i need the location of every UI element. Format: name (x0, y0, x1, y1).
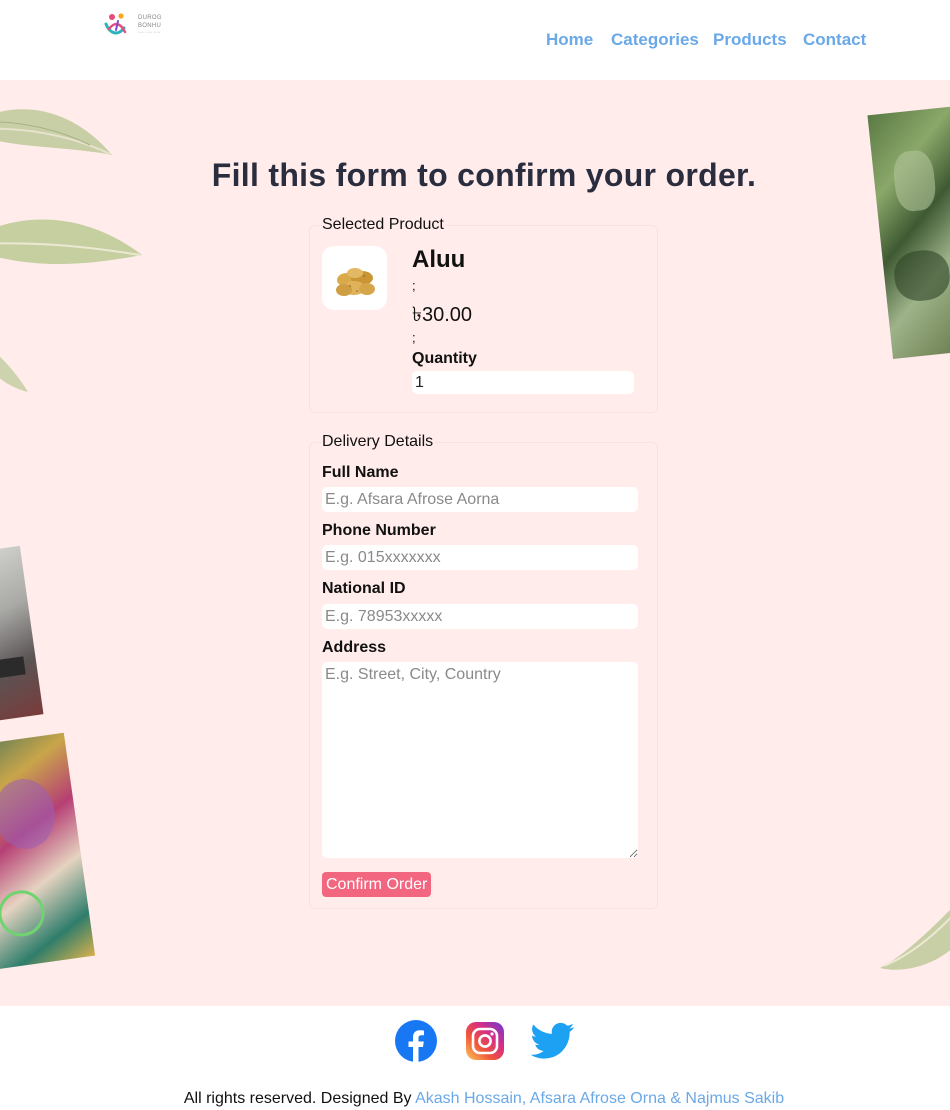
decorative-photo (0, 545, 44, 725)
quantity-label: Quantity (412, 350, 477, 367)
facebook-icon[interactable] (395, 1020, 437, 1067)
price-separator: ; (412, 330, 416, 345)
delivery-details-fieldset: Delivery Details Full Name Phone Number … (309, 433, 658, 909)
twitter-icon[interactable] (530, 1022, 575, 1065)
address-textarea[interactable] (322, 662, 638, 858)
logo-mark-icon (104, 13, 127, 35)
national-id-field[interactable] (322, 604, 638, 629)
phone-label: Phone Number (322, 522, 436, 539)
nav-contact[interactable]: Contact (803, 30, 866, 50)
decorative-photo (0, 732, 96, 973)
leaf-decoration-icon (0, 356, 28, 392)
confirm-order-button[interactable]: Confirm Order (322, 872, 432, 897)
product-separator: ; (412, 278, 416, 293)
copyright-prefix: All rights reserved. Designed By (183, 1090, 416, 1107)
quantity-input[interactable] (412, 371, 634, 394)
phone-field[interactable] (322, 545, 638, 570)
nav-categories[interactable]: Categories (611, 30, 699, 50)
national-id-label: National ID (322, 580, 406, 597)
site-footer: All rights reserved. Designed By Akash H… (0, 1006, 950, 1110)
instagram-icon[interactable] (466, 1022, 504, 1065)
leaf-decoration-icon (880, 909, 950, 970)
nav-home[interactable]: Home (546, 30, 593, 50)
decorative-photo (867, 105, 950, 360)
selected-product-fieldset: Selected Product Aluu ; ৳30.00 ; Quantit… (309, 216, 658, 413)
order-section: Fill this form to confirm your order. Se… (0, 80, 950, 1006)
copyright-text: All rights reserved. Designed By Akash H… (0, 1090, 950, 1108)
logo-line-1: DUROG (138, 15, 162, 21)
product-image (322, 246, 387, 310)
site-logo[interactable]: DUROG BONHU ••••• ••••• ••••• (104, 12, 166, 38)
delivery-details-legend: Delivery Details (322, 433, 436, 451)
logo-line-2: BONHU (138, 23, 162, 29)
logo-line-3: ••••• ••••• ••••• (138, 30, 161, 34)
potato-icon (336, 268, 375, 296)
full-name-label: Full Name (322, 464, 399, 481)
designers-link[interactable]: Akash Hossain, Afsara Afrose Orna & Najm… (415, 1090, 784, 1107)
selected-product-legend: Selected Product (322, 216, 446, 234)
logo-wordmark: DUROG BONHU ••••• ••••• ••••• (138, 14, 162, 35)
product-name: Aluu (412, 246, 466, 273)
product-price: ৳30.00 (412, 304, 473, 326)
page-title: Fill this form to confirm your order. (211, 157, 757, 193)
site-header: DUROG BONHU ••••• ••••• ••••• Home Categ… (0, 0, 950, 80)
full-name-field[interactable] (322, 487, 638, 512)
address-label: Address (322, 639, 387, 656)
nav-products[interactable]: Products (713, 30, 787, 50)
leaf-decoration-icon (0, 219, 142, 264)
